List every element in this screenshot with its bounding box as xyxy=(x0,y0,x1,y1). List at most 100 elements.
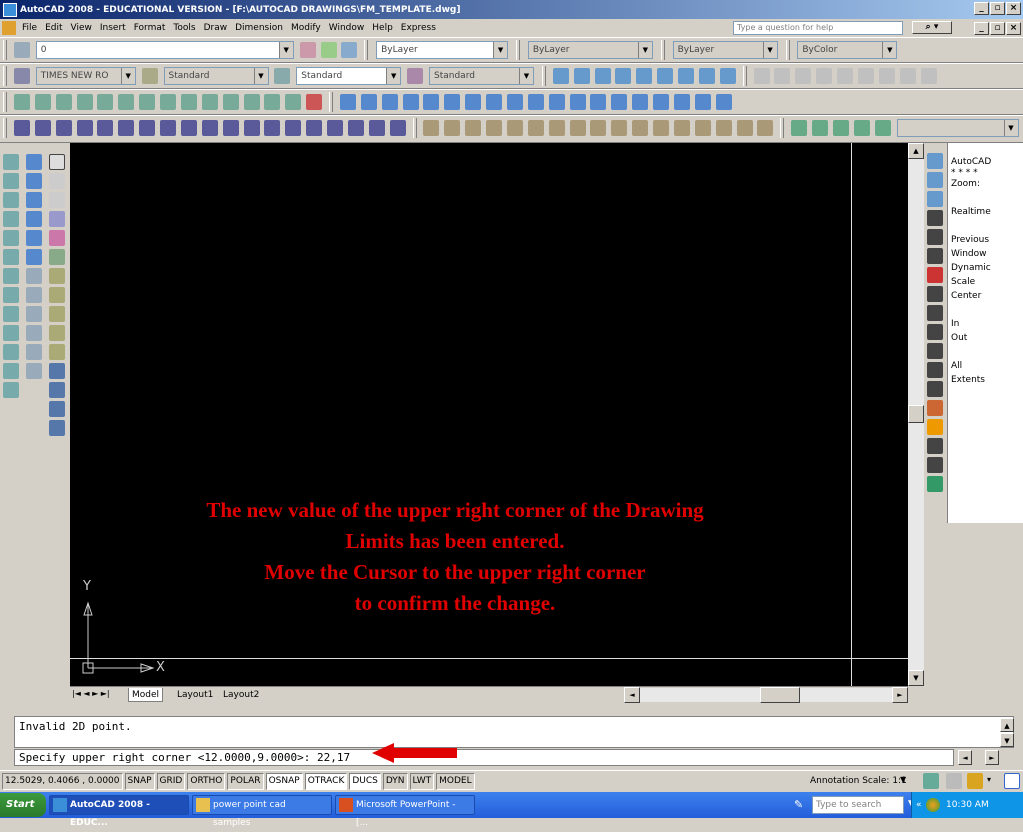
angular-dim-icon[interactable] xyxy=(160,94,176,110)
ucs-object-icon[interactable] xyxy=(3,230,19,246)
ucs-z-icon[interactable] xyxy=(3,363,19,379)
pan-icon[interactable] xyxy=(791,120,808,136)
viewport-icon[interactable] xyxy=(927,457,943,473)
help-search-input[interactable]: Type a question for help xyxy=(733,21,903,35)
dim-edit-icon[interactable] xyxy=(285,94,302,110)
lock-icon[interactable] xyxy=(927,419,943,435)
plotstyle-dropdown[interactable]: ByColor ▼ xyxy=(797,41,898,59)
ucs-world-icon[interactable] xyxy=(3,173,19,189)
plot-icon[interactable] xyxy=(49,420,65,436)
scale-icon[interactable] xyxy=(569,120,586,136)
tolerance-icon[interactable] xyxy=(243,94,260,110)
osnap-toggle[interactable]: OSNAP xyxy=(265,773,303,790)
lwt-toggle[interactable]: LWT xyxy=(409,773,435,790)
spline-icon[interactable] xyxy=(180,120,197,136)
intersect-icon[interactable] xyxy=(653,94,669,110)
taskbar-search-input[interactable]: Type to search xyxy=(812,796,904,814)
menu-insert[interactable]: Insert xyxy=(96,23,130,33)
zoom-previous-icon[interactable] xyxy=(927,172,943,188)
scroll-down-button[interactable]: ▼ xyxy=(908,670,924,686)
page-setup-icon[interactable] xyxy=(49,401,65,417)
break-icon[interactable] xyxy=(673,120,690,136)
zoom-window-icon[interactable] xyxy=(573,68,590,84)
zoom-center-icon[interactable] xyxy=(636,68,653,84)
zoom-in-icon[interactable] xyxy=(657,68,674,84)
copy-icon[interactable] xyxy=(444,120,461,136)
doc-close-button[interactable]: × xyxy=(1006,22,1021,35)
visual-styles-icon[interactable] xyxy=(49,249,65,265)
linear-dim-icon[interactable] xyxy=(13,94,30,110)
conceptual-icon[interactable] xyxy=(49,230,65,246)
refresh-icon[interactable] xyxy=(927,476,943,492)
drawing-area[interactable]: The new value of the upper right corner … xyxy=(70,143,908,686)
spell-check-icon[interactable] xyxy=(837,68,853,84)
minimize-button[interactable]: _ xyxy=(974,2,989,15)
make-current-icon[interactable] xyxy=(299,42,316,58)
zoom-realtime-icon[interactable] xyxy=(552,68,569,84)
ucs-icon[interactable] xyxy=(3,154,19,170)
zoom-dynamic-icon[interactable] xyxy=(594,68,611,84)
zoom-out-icon[interactable] xyxy=(927,305,943,321)
ne-iso-icon[interactable] xyxy=(26,306,42,322)
menu-file[interactable]: File xyxy=(18,23,41,33)
diameter-dim-icon[interactable] xyxy=(139,94,156,110)
viewport-icon[interactable] xyxy=(49,382,65,398)
render-icon[interactable] xyxy=(26,363,42,379)
text-style-dropdown[interactable]: Standard ▼ xyxy=(163,67,269,85)
zoom-all-icon[interactable] xyxy=(927,324,943,340)
auto-scale-icon[interactable] xyxy=(946,773,962,789)
maximize-button[interactable]: ▫ xyxy=(990,2,1005,15)
loft-icon[interactable] xyxy=(590,94,607,110)
move-icon[interactable] xyxy=(527,120,544,136)
snap-toggle[interactable]: SNAP xyxy=(124,773,155,790)
linetype-dropdown[interactable]: ByLayer ▼ xyxy=(527,41,653,59)
polyline-icon[interactable] xyxy=(55,120,72,136)
section-plane-icon[interactable] xyxy=(715,94,732,110)
text-style-manager-icon[interactable] xyxy=(857,68,874,84)
jogged-dim-icon[interactable] xyxy=(118,94,135,110)
grid-toggle[interactable]: GRID xyxy=(156,773,186,790)
pan-icon[interactable] xyxy=(927,362,943,378)
document-icon[interactable] xyxy=(2,21,16,35)
walk-icon[interactable] xyxy=(874,120,891,136)
annotation-visibility-icon[interactable] xyxy=(923,773,939,789)
view-right-icon[interactable] xyxy=(26,211,42,227)
menu-edit[interactable]: Edit xyxy=(41,23,66,33)
subtract-icon[interactable] xyxy=(632,94,649,110)
array-icon[interactable] xyxy=(506,120,523,136)
rectangle-icon[interactable] xyxy=(97,120,114,136)
sphere-icon[interactable] xyxy=(402,94,419,110)
fillet-icon[interactable] xyxy=(736,120,753,136)
tab-model[interactable]: Model xyxy=(128,688,164,702)
named-views-icon[interactable] xyxy=(49,154,65,170)
layer-dropdown[interactable]: 0 ▼ xyxy=(35,41,294,59)
chamfer-icon[interactable] xyxy=(715,120,732,136)
cmd-scroll-left[interactable]: ◄ xyxy=(958,750,972,765)
construction-line-icon[interactable] xyxy=(34,120,51,136)
line-icon[interactable] xyxy=(13,120,30,136)
menu-draw[interactable]: Draw xyxy=(200,23,232,33)
point-icon[interactable] xyxy=(285,120,302,136)
otrack-toggle[interactable]: OTRACK xyxy=(304,773,348,790)
lock-icon[interactable] xyxy=(967,773,983,789)
tab-nav-arrows[interactable]: |◄ ◄ ► ►| xyxy=(72,689,110,698)
offset-icon[interactable] xyxy=(486,120,502,136)
view-left-icon[interactable] xyxy=(26,192,42,208)
hatch-icon[interactable] xyxy=(306,120,323,136)
status-menu-arrow[interactable]: ▾ xyxy=(987,775,991,784)
view-dropdown[interactable]: ▼ xyxy=(896,119,1019,137)
region-icon[interactable] xyxy=(347,120,364,136)
coordinate-readout[interactable]: 12.5029, 0.4066 , 0.0000 xyxy=(2,773,123,790)
ucs-view-icon[interactable] xyxy=(3,249,19,265)
color-dropdown[interactable]: ByLayer ▼ xyxy=(376,41,509,59)
planar-surface-icon[interactable] xyxy=(506,94,523,110)
union-icon[interactable] xyxy=(611,94,628,110)
gradient-icon[interactable] xyxy=(327,120,343,136)
network-icon[interactable] xyxy=(926,798,940,812)
ucs-zaxis-icon[interactable] xyxy=(3,287,19,303)
baseline-dim-icon[interactable] xyxy=(201,94,218,110)
extend-icon[interactable] xyxy=(632,120,649,136)
zoom-scale-icon[interactable] xyxy=(615,68,632,84)
table-style-icon[interactable] xyxy=(274,68,291,84)
ucs-y-icon[interactable] xyxy=(3,344,19,360)
